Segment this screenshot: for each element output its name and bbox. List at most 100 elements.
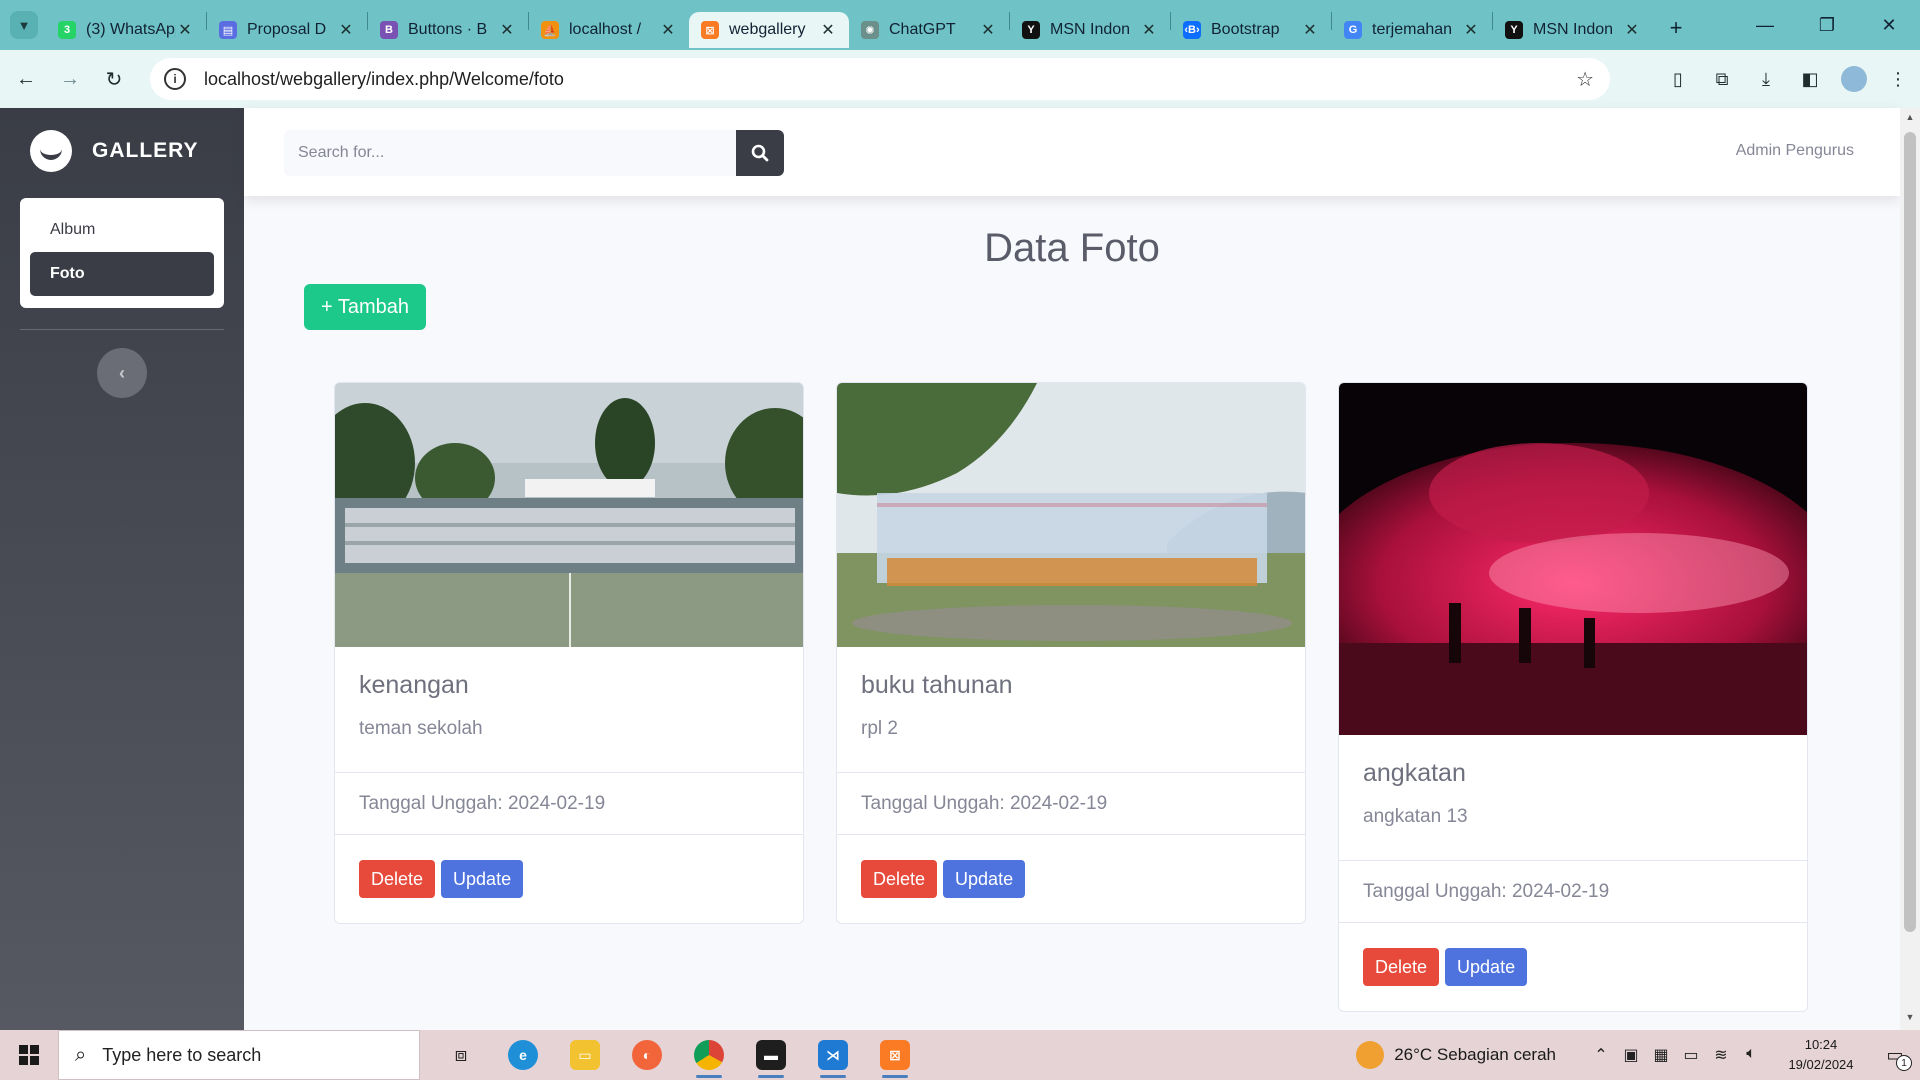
side-panel-icon[interactable]: ◧	[1788, 61, 1832, 97]
sidebar-item-label: Album	[50, 221, 96, 238]
delete-button[interactable]: Delete	[861, 860, 938, 898]
reload-button[interactable]: ↻	[96, 61, 132, 97]
scroll-up-arrow-icon[interactable]: ▲	[1900, 112, 1920, 128]
tab-close-icon[interactable]: ✕	[1462, 20, 1480, 40]
sidebar-item-album[interactable]: Album	[30, 208, 214, 252]
extensions-icon[interactable]: ⧉	[1700, 61, 1744, 97]
back-button[interactable]: ←	[8, 61, 44, 97]
tab-close-icon[interactable]: ✕	[659, 20, 677, 40]
sidebar-item-foto[interactable]: Foto	[30, 252, 214, 296]
taskbar-file-explorer[interactable]: ▭	[554, 1030, 616, 1080]
weather-icon[interactable]	[1356, 1041, 1385, 1069]
browser-tab[interactable]: ⛵ localhost / ✕	[529, 12, 689, 48]
tab-close-icon[interactable]: ✕	[979, 20, 997, 40]
window-controls: — ❐ ✕	[1734, 0, 1920, 50]
tab-title: terjemahan	[1372, 21, 1453, 38]
tab-close-icon[interactable]: ✕	[819, 20, 837, 40]
class-photo-image	[837, 383, 1305, 647]
minimize-button[interactable]: —	[1734, 0, 1796, 50]
restore-button[interactable]: ❐	[1796, 0, 1858, 50]
tab-close-icon[interactable]: ✕	[176, 20, 194, 40]
clipboard-icon[interactable]: ▯	[1656, 61, 1700, 97]
scroll-down-arrow-icon[interactable]: ▼	[1900, 1012, 1920, 1028]
update-button[interactable]: Update	[943, 860, 1026, 898]
browser-tab[interactable]: Gterjemahan ✕	[1332, 12, 1492, 48]
taskbar-firefox[interactable]: ◐	[616, 1030, 678, 1080]
tab-close-icon[interactable]: ✕	[498, 20, 516, 40]
notification-center-button[interactable]: ▭ 1	[1870, 1030, 1920, 1080]
firefox-icon: ◐	[632, 1040, 662, 1070]
browser-tab[interactable]: Y MSN Indon ✕	[1493, 12, 1653, 48]
page-scrollbar[interactable]: ▲ ▼	[1900, 108, 1920, 1030]
photo-description: rpl 2	[861, 718, 898, 739]
forward-button[interactable]: →	[52, 61, 88, 97]
bootstrap-icon: B	[380, 21, 398, 39]
arrow-left-icon: ←	[16, 67, 36, 90]
close-icon: ✕	[1881, 14, 1897, 35]
browser-tab[interactable]: ▤ Proposal D ✕	[207, 12, 367, 48]
photo-image	[1339, 383, 1807, 735]
bookmark-star-icon[interactable]: ☆	[1576, 67, 1594, 92]
browser-tab[interactable]: ‹B› Bootstrap ✕	[1171, 12, 1331, 48]
tab-close-icon[interactable]: ✕	[1140, 20, 1158, 40]
site-info-icon[interactable]: i	[164, 68, 186, 90]
search-icon	[751, 144, 769, 162]
download-icon[interactable]: ⤓	[1744, 61, 1788, 97]
whatsapp-icon: 3	[58, 21, 76, 39]
weather-text[interactable]: 26°C Sebagian cerah	[1394, 1045, 1556, 1065]
tab-close-icon[interactable]: ✕	[1623, 20, 1641, 40]
wifi-icon[interactable]: ≋	[1706, 1045, 1736, 1065]
task-view-button[interactable]: ⧈	[430, 1030, 492, 1080]
brand[interactable]: GALLERY	[30, 130, 199, 172]
browser-tab[interactable]: ✺ ChatGPT ✕	[849, 12, 1009, 48]
volume-icon[interactable]: 🔈︎	[1736, 1045, 1766, 1065]
taskbar-vscode[interactable]: ⋊	[802, 1030, 864, 1080]
chevron-up-icon[interactable]: ⌃	[1586, 1045, 1616, 1065]
taskbar-edge[interactable]: e	[492, 1030, 554, 1080]
sidebar-menu: Album Foto	[20, 198, 224, 308]
clock[interactable]: 10:24 19/02/2024	[1780, 1035, 1862, 1075]
photo-image	[837, 383, 1305, 647]
task-view-icon: ⧈	[454, 1043, 468, 1066]
sidebar-toggle-button[interactable]: ‹	[97, 348, 147, 398]
meet-now-icon[interactable]: ▦	[1646, 1045, 1676, 1065]
arrow-right-icon: →	[60, 67, 80, 90]
more-menu-icon[interactable]: ⋮	[1876, 61, 1920, 97]
delete-button[interactable]: Delete	[359, 860, 436, 898]
main-content: Data Foto + Tambah kenangan teman sekola…	[244, 196, 1900, 1030]
new-tab-button[interactable]: +	[1661, 13, 1691, 43]
device-icon[interactable]: ▣	[1616, 1045, 1646, 1065]
edge-icon: e	[508, 1040, 538, 1070]
add-photo-button[interactable]: + Tambah	[304, 284, 426, 330]
address-bar[interactable]: i localhost/webgallery/index.php/Welcome…	[150, 58, 1610, 100]
profile-avatar[interactable]	[1832, 61, 1876, 97]
msn-icon: Y	[1505, 21, 1523, 39]
user-name[interactable]: Admin Pengurus	[1736, 142, 1854, 160]
browser-tab[interactable]: B Buttons · B ✕	[368, 12, 528, 48]
taskbar-chrome[interactable]	[678, 1030, 740, 1080]
update-button[interactable]: Update	[441, 860, 524, 898]
taskbar-terminal[interactable]: ▬	[740, 1030, 802, 1080]
browser-tab[interactable]: ⊠ webgallery ✕	[689, 12, 849, 48]
tab-title: MSN Indon	[1050, 21, 1131, 38]
start-button[interactable]	[0, 1030, 58, 1080]
browser-tab-strip: ▼ 3 (3) WhatsApp ✕ ▤ Proposal D ✕ B Buttons · B…	[0, 0, 1920, 50]
clock-time: 10:24	[1804, 1037, 1838, 1052]
search-button[interactable]	[736, 130, 784, 176]
url-text[interactable]: localhost/webgallery/index.php/Welcome/f…	[204, 69, 564, 90]
tab-close-icon[interactable]: ✕	[337, 20, 355, 40]
battery-icon[interactable]: ▭	[1676, 1045, 1706, 1065]
msn-icon: Y	[1022, 21, 1040, 39]
browser-tab[interactable]: Y MSN Indon ✕	[1010, 12, 1170, 48]
tab-close-icon[interactable]: ✕	[1301, 20, 1319, 40]
taskbar-search[interactable]: ⌕ Type here to search	[58, 1030, 420, 1080]
delete-button[interactable]: Delete	[1363, 948, 1440, 986]
update-button[interactable]: Update	[1445, 948, 1528, 986]
browser-tab[interactable]: 3 (3) WhatsApp ✕	[46, 12, 206, 48]
chevron-down-icon: ▼	[17, 17, 31, 33]
taskbar-xampp[interactable]: ⊠	[864, 1030, 926, 1080]
scroll-thumb[interactable]	[1904, 132, 1916, 932]
search-input[interactable]	[284, 130, 736, 176]
close-window-button[interactable]: ✕	[1858, 0, 1920, 50]
tab-search-button[interactable]: ▼	[10, 11, 38, 39]
